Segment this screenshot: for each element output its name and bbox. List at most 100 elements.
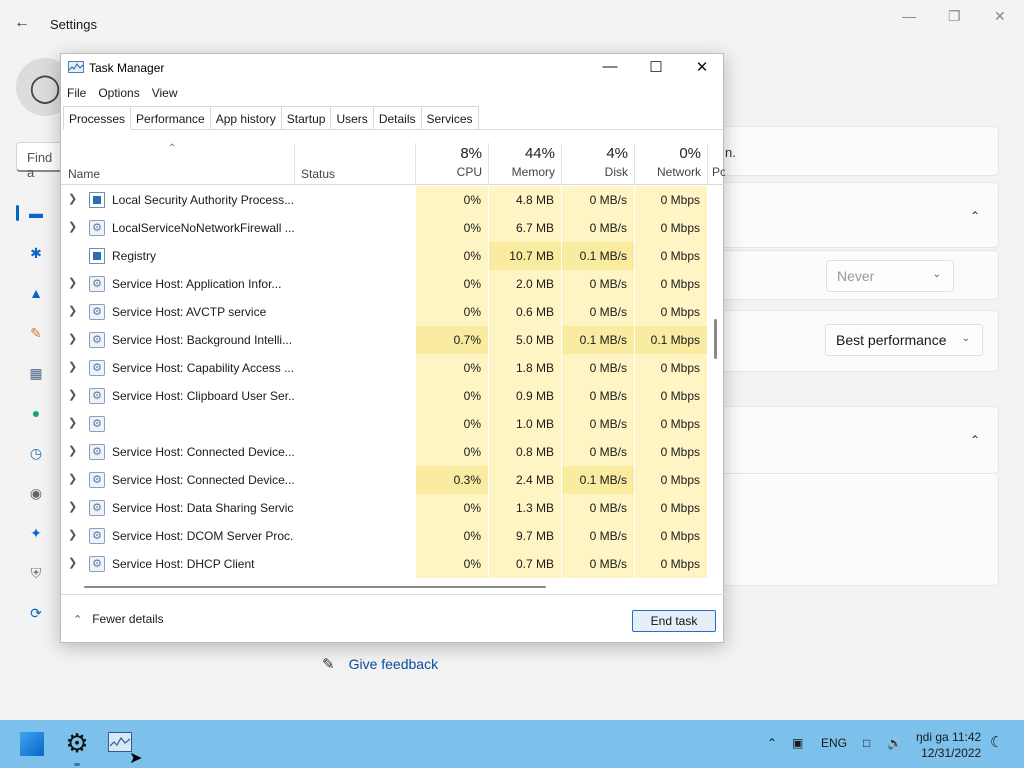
expand-chevron-icon[interactable]: ❯ xyxy=(68,416,77,429)
tm-maximize-icon[interactable]: ☐ xyxy=(641,58,671,78)
menu-file[interactable]: File xyxy=(61,84,92,104)
column-status[interactable]: Status xyxy=(301,167,335,181)
settings-card-3: Never ⌄ xyxy=(700,250,999,300)
column-name[interactable]: Name xyxy=(68,167,100,181)
table-row[interactable]: ❯ ⚙ Service Host: Connected Device... 0% 0.8… xyxy=(61,438,708,466)
table-row[interactable]: ❯ ⚙ Service Host: Background Intelli... 0.7… xyxy=(61,326,708,354)
column-disk[interactable]: 4% Disk xyxy=(561,143,634,185)
tm-close-icon[interactable]: ✕ xyxy=(687,58,717,78)
table-row[interactable]: ❯ ⚙ Service Host: Data Sharing Service 0% 1.… xyxy=(61,494,708,522)
expand-chevron-icon[interactable]: ❯ xyxy=(68,444,77,457)
expand-chevron-icon[interactable]: ❯ xyxy=(68,360,77,373)
minimize-icon[interactable]: — xyxy=(902,8,916,24)
wifi-icon[interactable]: ▲ xyxy=(27,284,45,302)
settings-gear-icon[interactable]: ⚙ xyxy=(63,729,91,757)
tab-processes[interactable]: Processes xyxy=(63,106,132,130)
cpu-cell: 0% xyxy=(415,522,488,550)
power-label: Po xyxy=(712,165,725,179)
column-memory[interactable]: 44% Memory xyxy=(488,143,561,185)
volume-icon[interactable]: 🔊 xyxy=(887,736,902,750)
expand-chevron-icon[interactable]: ❯ xyxy=(68,528,77,541)
settings-card-5[interactable]: ⌃ xyxy=(700,406,999,474)
table-row[interactable]: ❯ ⚙ LocalServiceNoNetworkFirewall ... 0% 6.7… xyxy=(61,214,708,242)
table-row[interactable]: ❯ ⚙ Service Host: Clipboard User Ser... 0% 0… xyxy=(61,382,708,410)
disk-cell: 0.1 MB/s xyxy=(561,326,634,354)
service-gear-icon: ⚙ xyxy=(89,528,105,544)
cpu-label: CPU xyxy=(456,165,482,179)
settings-card-2[interactable]: ⌃ xyxy=(700,182,999,248)
language-indicator[interactable]: ENG xyxy=(821,736,847,750)
close-icon[interactable]: ✕ xyxy=(994,8,1006,25)
column-network[interactable]: 0% Network xyxy=(634,143,707,185)
expand-chevron-icon[interactable]: ❯ xyxy=(68,192,77,205)
table-row[interactable]: ❯ ⚙ Service Host: DCOM Server Proc... 0% 9.7… xyxy=(61,522,708,550)
disk-cell: 0 MB/s xyxy=(561,214,634,242)
search-input[interactable]: Find a xyxy=(16,142,66,180)
tab-details[interactable]: Details xyxy=(372,106,422,129)
table-row[interactable]: ❯ ⚙ Service Host: Capability Access ... 0% 1… xyxy=(61,354,708,382)
back-arrow-icon[interactable]: ← xyxy=(14,14,30,32)
tab-services[interactable]: Services xyxy=(420,106,479,129)
menu-options[interactable]: Options xyxy=(92,84,145,104)
column-cpu[interactable]: 8% CPU xyxy=(415,143,488,185)
expand-chevron-icon[interactable]: ❯ xyxy=(68,332,77,345)
show-hidden-icons-chevron-icon[interactable]: ⌃ xyxy=(767,736,777,750)
disk-cell: 0.1 MB/s xyxy=(561,466,634,494)
privacy-shield-icon[interactable]: ⛨ xyxy=(27,564,45,582)
network-icon[interactable]: □ xyxy=(863,736,870,750)
table-row[interactable]: ❯ ⚙ Service Host: AVCTP service 0% 0.6 MB 0 M… xyxy=(61,298,708,326)
memory-cell: 0.7 MB xyxy=(488,550,561,578)
clock[interactable]: ŋdi ga 11:42 12/31/2022 xyxy=(916,729,981,761)
apps-icon[interactable]: ▦ xyxy=(27,364,45,382)
system-icon[interactable]: ▬ xyxy=(27,204,45,222)
tm-minimize-icon[interactable]: — xyxy=(595,58,625,78)
tab-users[interactable]: Users xyxy=(330,106,374,129)
table-row[interactable]: ❯ ⚙ Service Host: DHCP Client 0% 0.7 MB 0 MB/… xyxy=(61,550,708,578)
power-mode-dropdown[interactable]: Best performance ⌄ xyxy=(825,324,983,356)
expand-chevron-icon[interactable]: ❯ xyxy=(68,388,77,401)
tray-app-icon[interactable]: ▣ xyxy=(792,736,803,750)
table-row[interactable]: ❯ ⚙ Service Host: Connected Device... 0.3% 2… xyxy=(61,466,708,494)
process-name: Local Security Authority Process... xyxy=(112,193,294,207)
memory-cell: 6.7 MB xyxy=(488,214,561,242)
expand-chevron-icon[interactable]: ❯ xyxy=(68,276,77,289)
task-manager-window: Task Manager — ☐ ✕ File Options View Pro… xyxy=(60,53,725,643)
maximize-icon[interactable]: ❐ xyxy=(948,8,961,25)
windows-update-icon[interactable]: ⟳ xyxy=(27,604,45,622)
service-gear-icon: ⚙ xyxy=(89,444,105,460)
expand-chevron-icon[interactable]: ❯ xyxy=(68,500,77,513)
notifications-icon[interactable]: ☾ xyxy=(990,733,1003,751)
bluetooth-icon[interactable]: ✱ xyxy=(27,244,45,262)
memory-total: 44% xyxy=(524,145,555,162)
service-gear-icon: ⚙ xyxy=(89,556,105,572)
menu-view[interactable]: View xyxy=(146,84,184,104)
accessibility-icon[interactable]: ✦ xyxy=(27,524,45,542)
gaming-icon[interactable]: ◉ xyxy=(27,484,45,502)
table-row[interactable]: Registry 0% 10.7 MB 0.1 MB/s 0 Mbps xyxy=(61,242,708,270)
give-feedback-link[interactable]: ✎ Give feedback xyxy=(322,655,438,673)
expand-chevron-icon[interactable]: ❯ xyxy=(68,304,77,317)
table-row[interactable]: ❯ ⚙ Service Host: Application Infor... 0% 2.… xyxy=(61,270,708,298)
sleep-dropdown[interactable]: Never ⌄ xyxy=(826,260,954,292)
expand-chevron-icon[interactable]: ❯ xyxy=(68,472,77,485)
tab-startup[interactable]: Startup xyxy=(280,106,332,129)
end-task-button[interactable]: End task xyxy=(632,610,716,632)
expand-chevron-icon[interactable]: ❯ xyxy=(68,220,77,233)
horizontal-scrollbar[interactable] xyxy=(84,586,546,588)
accounts-icon[interactable]: ● xyxy=(27,404,45,422)
memory-cell: 5.0 MB xyxy=(488,326,561,354)
tab-performance[interactable]: Performance xyxy=(130,106,211,129)
task-manager-titlebar[interactable]: Task Manager — ☐ ✕ xyxy=(61,54,723,82)
tab-app-history[interactable]: App history xyxy=(209,106,282,129)
chevron-up-icon[interactable]: ⌃ xyxy=(970,209,980,223)
chevron-up-icon[interactable]: ⌃ xyxy=(970,433,980,447)
table-row[interactable]: ❯ ⚙ 0% 1.0 MB 0 MB/s 0 Mbps xyxy=(61,410,708,438)
personalization-brush-icon[interactable]: ✎ xyxy=(27,324,45,342)
expand-chevron-icon[interactable]: ❯ xyxy=(68,556,77,569)
time-language-icon[interactable]: ◷ xyxy=(27,444,45,462)
fewer-details-button[interactable]: ⌃ Fewer details xyxy=(73,612,164,626)
vertical-scrollbar[interactable] xyxy=(714,319,717,359)
start-windows-icon[interactable] xyxy=(20,732,44,756)
column-power[interactable]: Po xyxy=(707,143,725,185)
table-row[interactable]: ❯ Local Security Authority Process... 0% 4.… xyxy=(61,186,708,214)
